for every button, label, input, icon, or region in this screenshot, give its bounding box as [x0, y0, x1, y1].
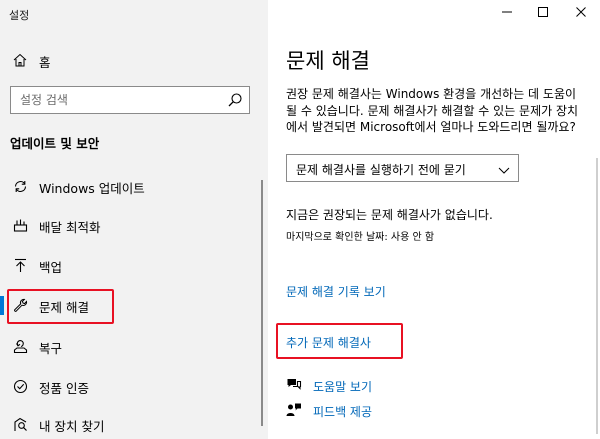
chevron-down-icon — [497, 162, 511, 176]
active-indicator — [0, 296, 4, 315]
sidebar-item-find-device[interactable]: 내 장치 찾기 — [0, 409, 268, 439]
help-chat-icon — [286, 377, 302, 393]
sidebar-item-label: 정품 인증 — [39, 381, 89, 396]
search-box[interactable] — [10, 86, 250, 114]
recovery-icon — [12, 338, 28, 354]
sidebar-item-activation[interactable]: 정품 인증 — [0, 371, 268, 401]
dropdown-selected-value: 문제 해결사를 실행하기 전에 묻기 — [296, 163, 466, 177]
sidebar-item-delivery-optimization[interactable]: 배달 최적화 — [0, 210, 268, 240]
sidebar-item-label: 백업 — [39, 260, 63, 275]
maximize-icon — [538, 7, 548, 17]
search-input[interactable] — [11, 87, 220, 113]
find-device-icon — [12, 416, 28, 432]
sidebar: 설정 홈 업데이트 및 보안 Windows 업데이트 배달 최적화 백업 — [0, 0, 268, 439]
sidebar-item-home[interactable]: 홈 — [0, 50, 268, 72]
sidebar-item-windows-update[interactable]: Windows 업데이트 — [0, 171, 268, 201]
search-icon[interactable] — [227, 92, 243, 108]
sidebar-item-home-label: 홈 — [39, 55, 51, 70]
sidebar-item-backup[interactable]: 백업 — [0, 250, 268, 280]
history-link[interactable]: 문제 해결 기록 보기 — [286, 283, 386, 300]
give-feedback-link[interactable]: 피드백 제공 — [286, 401, 486, 421]
give-feedback-label: 피드백 제공 — [313, 405, 373, 419]
close-icon — [576, 7, 586, 17]
minimize-button[interactable] — [497, 4, 517, 20]
minimize-icon — [502, 11, 512, 13]
description-text: 권장 문제 해결사는 Windows 환경을 개선하는 데 도움이 될 수 있습… — [286, 87, 579, 134]
troubleshooter-preference-dropdown[interactable]: 문제 해결사를 실행하기 전에 묻기 — [286, 154, 519, 182]
troubleshoot-highlight-box — [7, 289, 114, 324]
last-check-text: 마지막으로 확인한 날짜: 사용 안 함 — [286, 232, 435, 243]
app-title: 설정 — [9, 9, 30, 22]
main-content: 문제 해결 권장 문제 해결사는 Windows 환경을 개선하는 데 도움이 … — [268, 0, 600, 439]
activation-check-icon — [12, 378, 28, 394]
sidebar-item-recovery[interactable]: 복구 — [0, 331, 268, 361]
sidebar-item-label: 복구 — [39, 341, 63, 356]
delivery-optimization-icon — [12, 217, 28, 233]
backup-arrow-icon — [12, 257, 28, 273]
sidebar-item-label: Windows 업데이트 — [39, 181, 145, 196]
main-scrollbar[interactable] — [596, 158, 598, 434]
section-heading: 업데이트 및 보안 — [10, 136, 100, 151]
sync-icon — [12, 178, 28, 194]
get-help-link[interactable]: 도움말 보기 — [286, 376, 486, 396]
feedback-icon — [286, 402, 302, 418]
get-help-label: 도움말 보기 — [313, 380, 373, 394]
status-text: 지금은 권장되는 문제 해결사가 없습니다. — [286, 208, 493, 222]
sidebar-scrollbar[interactable] — [261, 180, 263, 426]
maximize-button[interactable] — [533, 4, 553, 20]
additional-link-highlight-box — [276, 323, 403, 359]
sidebar-item-label: 내 장치 찾기 — [39, 419, 105, 434]
page-title: 문제 해결 — [286, 49, 370, 73]
sidebar-item-label: 배달 최적화 — [39, 220, 101, 235]
home-icon — [12, 52, 28, 68]
close-button[interactable] — [571, 4, 591, 20]
